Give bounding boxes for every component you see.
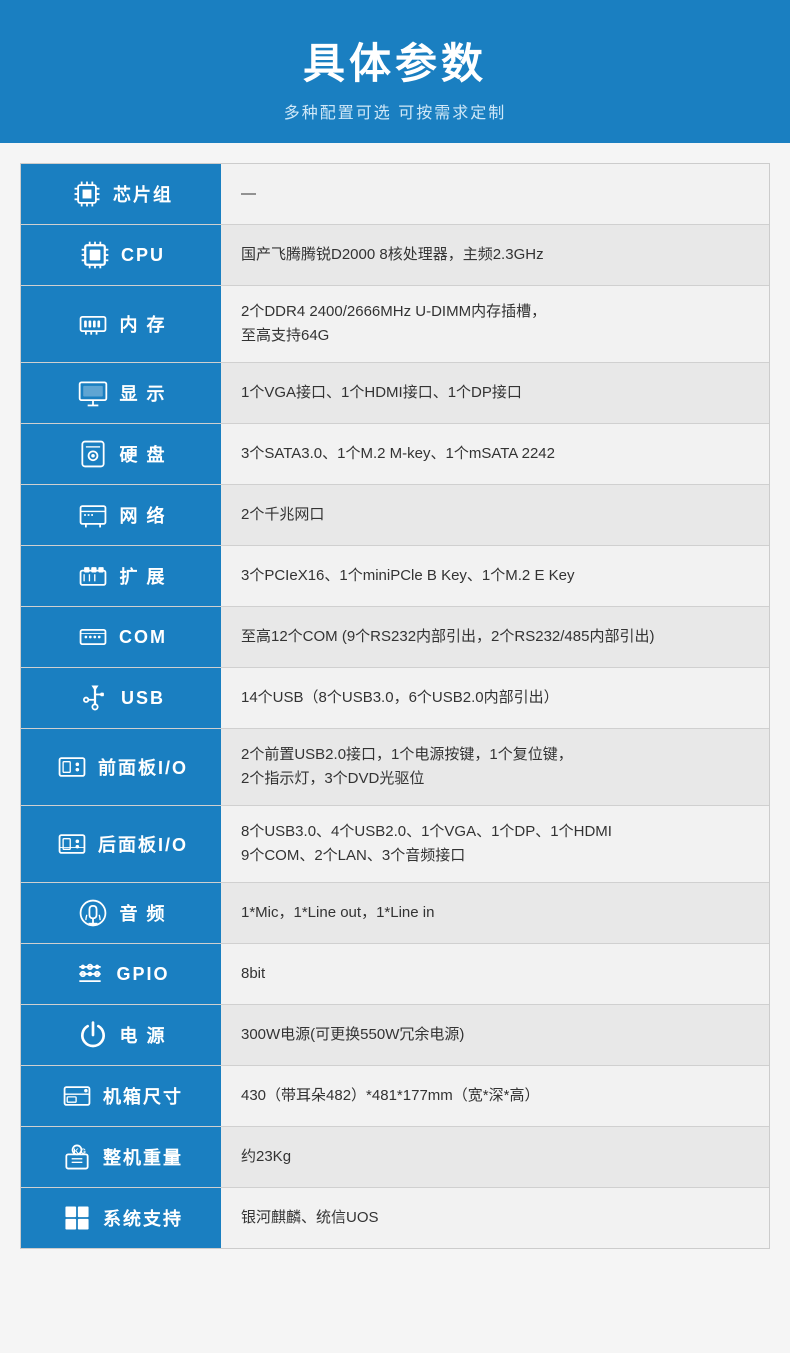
spec-row-os: 系统支持 银河麒麟、统信UOS: [21, 1188, 769, 1248]
chassis-icon: [59, 1078, 95, 1114]
display-icon: [75, 375, 111, 411]
os-icon: [59, 1200, 95, 1236]
spec-label-memory: 内 存: [21, 286, 221, 362]
spec-row-com: COM 至高12个COM (9个RS232内部引出，2个RS232/485内部引出…: [21, 607, 769, 668]
spec-row-display: 显 示 1个VGA接口、1个HDMI接口、1个DP接口: [21, 363, 769, 424]
spec-row-usb: USB 14个USB（8个USB3.0，6个USB2.0内部引出）: [21, 668, 769, 729]
spec-label-text-audio: 音 频: [119, 900, 166, 926]
chipset-icon: [69, 176, 105, 212]
page-header: 具体参数 多种配置可选 可按需求定制: [0, 0, 790, 143]
spec-label-text-front-io: 前面板I/O: [98, 754, 188, 780]
memory-icon: [75, 306, 111, 342]
weight-icon: KG: [59, 1139, 95, 1175]
front-io-icon: [54, 749, 90, 785]
spec-label-text-storage: 硬 盘: [119, 441, 166, 467]
spec-label-text-display: 显 示: [119, 380, 166, 406]
spec-value-network: 2个千兆网口: [221, 485, 769, 545]
spec-label-power: 电 源: [21, 1005, 221, 1065]
spec-label-text-expansion: 扩 展: [119, 563, 166, 589]
audio-icon: [75, 895, 111, 931]
spec-value-chassis: 430（带耳朵482）*481*177mm（宽*深*高）: [221, 1066, 769, 1126]
spec-value-audio: 1*Mic，1*Line out，1*Line in: [221, 883, 769, 943]
spec-row-front-io: 前面板I/O 2个前置USB2.0接口，1个电源按键，1个复位键， 2个指示灯，3…: [21, 729, 769, 806]
spec-value-usb: 14个USB（8个USB3.0，6个USB2.0内部引出）: [221, 668, 769, 728]
spec-value-expansion: 3个PCIeX16、1个miniPCle B Key、1个M.2 E Key: [221, 546, 769, 606]
spec-row-rear-io: 后面板I/O 8个USB3.0、4个USB2.0、1个VGA、1个DP、1个HDM…: [21, 806, 769, 883]
spec-label-text-chipset: 芯片组: [113, 181, 173, 207]
spec-row-network: 网 络 2个千兆网口: [21, 485, 769, 546]
spec-label-text-power: 电 源: [119, 1022, 166, 1048]
gpio-icon: [72, 956, 108, 992]
spec-label-text-chassis: 机箱尺寸: [103, 1083, 183, 1109]
page-subtitle: 多种配置可选 可按需求定制: [20, 99, 770, 123]
spec-label-network: 网 络: [21, 485, 221, 545]
spec-value-power: 300W电源(可更换550W冗余电源): [221, 1005, 769, 1065]
spec-label-chipset: 芯片组: [21, 164, 221, 224]
spec-label-front-io: 前面板I/O: [21, 729, 221, 805]
spec-label-weight: KG 整机重量: [21, 1127, 221, 1187]
spec-value-weight: 约23Kg: [221, 1127, 769, 1187]
spec-value-cpu: 国产飞腾腾锐D2000 8核处理器，主频2.3GHz: [221, 225, 769, 285]
spec-row-gpio: GPIO 8bit: [21, 944, 769, 1005]
spec-label-audio: 音 频: [21, 883, 221, 943]
com-icon: [75, 619, 111, 655]
spec-label-expansion: 扩 展: [21, 546, 221, 606]
spec-label-storage: 硬 盘: [21, 424, 221, 484]
spec-label-text-os: 系统支持: [103, 1205, 183, 1231]
spec-row-weight: KG 整机重量 约23Kg: [21, 1127, 769, 1188]
spec-label-os: 系统支持: [21, 1188, 221, 1248]
spec-label-chassis: 机箱尺寸: [21, 1066, 221, 1126]
spec-value-display: 1个VGA接口、1个HDMI接口、1个DP接口: [221, 363, 769, 423]
spec-label-text-usb: USB: [121, 688, 165, 709]
spec-label-gpio: GPIO: [21, 944, 221, 1004]
spec-label-text-cpu: CPU: [121, 245, 165, 266]
page-title: 具体参数: [20, 30, 770, 91]
spec-table: 芯片组 — CPU 国产飞腾腾锐D2000 8核处理器，主频2.3GHz 内 存 2个DD…: [20, 163, 770, 1249]
spec-value-rear-io: 8个USB3.0、4个USB2.0、1个VGA、1个DP、1个HDMI 9个CO…: [221, 806, 769, 882]
spec-row-chassis: 机箱尺寸 430（带耳朵482）*481*177mm（宽*深*高）: [21, 1066, 769, 1127]
spec-value-storage: 3个SATA3.0、1个M.2 M-key、1个mSATA 2242: [221, 424, 769, 484]
spec-value-com: 至高12个COM (9个RS232内部引出，2个RS232/485内部引出): [221, 607, 769, 667]
expansion-icon: [75, 558, 111, 594]
cpu-icon: [77, 237, 113, 273]
spec-label-display: 显 示: [21, 363, 221, 423]
spec-value-front-io: 2个前置USB2.0接口，1个电源按键，1个复位键， 2个指示灯，3个DVD光驱…: [221, 729, 769, 805]
spec-label-usb: USB: [21, 668, 221, 728]
spec-label-text-com: COM: [119, 627, 167, 648]
spec-row-expansion: 扩 展 3个PCIeX16、1个miniPCle B Key、1个M.2 E Ke…: [21, 546, 769, 607]
spec-label-cpu: CPU: [21, 225, 221, 285]
spec-row-power: 电 源 300W电源(可更换550W冗余电源): [21, 1005, 769, 1066]
spec-value-gpio: 8bit: [221, 944, 769, 1004]
usb-icon: [77, 680, 113, 716]
spec-row-cpu: CPU 国产飞腾腾锐D2000 8核处理器，主频2.3GHz: [21, 225, 769, 286]
storage-icon: [75, 436, 111, 472]
spec-label-text-gpio: GPIO: [116, 964, 169, 985]
spec-value-chipset: —: [221, 164, 769, 224]
network-icon: [75, 497, 111, 533]
rear-io-icon: [54, 826, 90, 862]
spec-label-text-memory: 内 存: [119, 311, 166, 337]
spec-row-chipset: 芯片组 —: [21, 164, 769, 225]
spec-value-memory: 2个DDR4 2400/2666MHz U-DIMM内存插槽， 至高支持64G: [221, 286, 769, 362]
power-icon: [75, 1017, 111, 1053]
spec-label-com: COM: [21, 607, 221, 667]
spec-row-storage: 硬 盘 3个SATA3.0、1个M.2 M-key、1个mSATA 2242: [21, 424, 769, 485]
spec-label-text-weight: 整机重量: [103, 1144, 183, 1170]
spec-row-audio: 音 频 1*Mic，1*Line out，1*Line in: [21, 883, 769, 944]
spec-row-memory: 内 存 2个DDR4 2400/2666MHz U-DIMM内存插槽， 至高支持6…: [21, 286, 769, 363]
spec-label-rear-io: 后面板I/O: [21, 806, 221, 882]
spec-value-os: 银河麒麟、统信UOS: [221, 1188, 769, 1248]
spec-label-text-network: 网 络: [119, 502, 166, 528]
spec-label-text-rear-io: 后面板I/O: [98, 831, 188, 857]
